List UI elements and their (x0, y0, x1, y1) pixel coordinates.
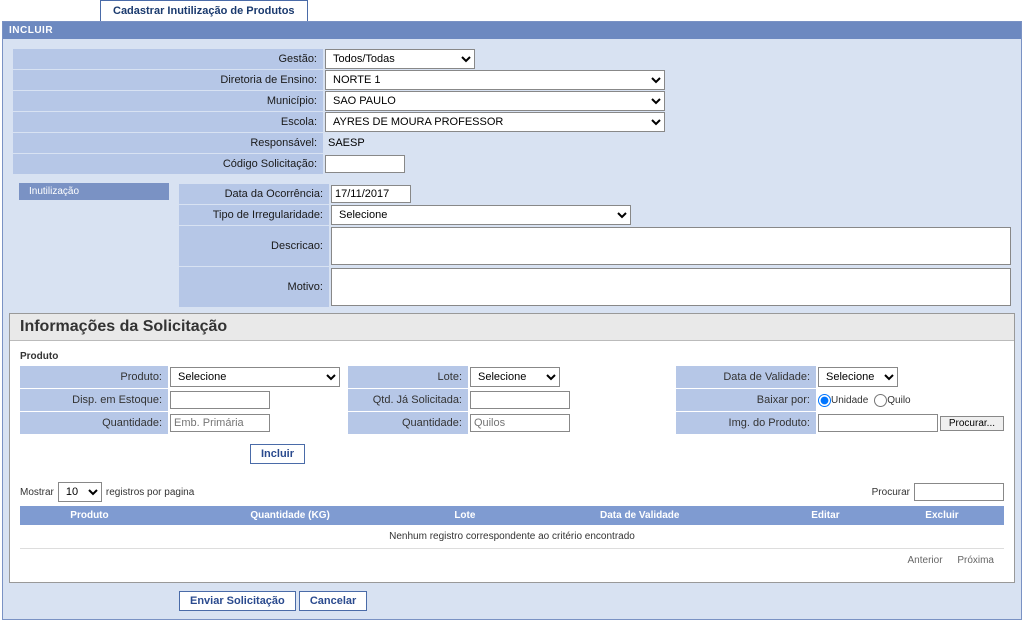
label-gestao: Gestão: (13, 49, 323, 69)
textarea-descricao[interactable] (331, 227, 1011, 265)
products-grid: Produto Quantidade (KG) Lote Data de Val… (20, 506, 1004, 549)
nav-proxima[interactable]: Próxima (957, 555, 994, 566)
info-panel: Informações da Solicitação Produto Produ… (9, 313, 1015, 583)
label-quantidade-emb: Quantidade: (20, 412, 168, 434)
input-quantidade-emb[interactable] (170, 414, 270, 432)
label-tipo-irregularidade: Tipo de Irregularidade: (179, 205, 329, 225)
input-qtd-solicitada[interactable] (470, 391, 570, 409)
input-data-ocorrencia[interactable] (331, 185, 411, 203)
select-validade[interactable]: Selecione (818, 367, 898, 387)
col-produto[interactable]: Produto (20, 506, 159, 525)
select-tipo-irregularidade[interactable]: Selecione (331, 205, 631, 225)
main-panel: INCLUIR Gestão: Todos/Todas Diretoria de… (2, 21, 1022, 620)
pagination-nav: Anterior Próxima (20, 549, 1004, 572)
label-validade: Data de Validade: (676, 366, 816, 388)
cancelar-button[interactable]: Cancelar (299, 591, 367, 611)
label-diretoria: Diretoria de Ensino: (13, 70, 323, 90)
label-responsavel: Responsável: (13, 133, 323, 153)
label-qtd-solicitada: Qtd. Já Solicitada: (348, 389, 468, 411)
enviar-solicitacao-button[interactable]: Enviar Solicitação (179, 591, 296, 611)
col-excluir[interactable]: Excluir (880, 506, 1004, 525)
info-title: Informações da Solicitação (10, 314, 1014, 341)
input-quantidade-kg[interactable] (470, 414, 570, 432)
select-produto[interactable]: Selecione (170, 367, 340, 387)
search-input[interactable] (914, 483, 1004, 501)
label-disp-estoque: Disp. em Estoque: (20, 389, 168, 411)
nav-anterior[interactable]: Anterior (908, 555, 943, 566)
input-responsavel (325, 134, 661, 152)
subtab-inutilizacao[interactable]: Inutilização (19, 183, 169, 200)
col-quantidade[interactable]: Quantidade (KG) (159, 506, 421, 525)
select-per-page[interactable]: 10 (58, 482, 102, 502)
label-codigo: Código Solicitação: (13, 154, 323, 174)
label-municipio: Município: (13, 91, 323, 111)
select-lote[interactable]: Selecione (470, 367, 560, 387)
label-produto: Produto: (20, 366, 168, 388)
panel-header: INCLUIR (3, 22, 1021, 39)
label-data-ocorrencia: Data da Ocorrência: (179, 184, 329, 204)
top-form: Gestão: Todos/Todas Diretoria de Ensino:… (3, 39, 1021, 179)
col-editar[interactable]: Editar (771, 506, 880, 525)
textarea-motivo[interactable] (331, 268, 1011, 306)
select-escola[interactable]: AYRES DE MOURA PROFESSOR (325, 112, 665, 132)
label-lote: Lote: (348, 366, 468, 388)
grid-empty-row: Nenhum registro correspondente ao critér… (20, 525, 1004, 549)
label-baixar-por: Baixar por: (676, 389, 816, 411)
sub-form: Data da Ocorrência: Tipo de Irregularida… (179, 184, 1011, 307)
action-buttons: Enviar Solicitação Cancelar (179, 591, 1021, 611)
radio-unidade-label: Unidade (831, 395, 868, 406)
select-diretoria[interactable]: NORTE 1 (325, 70, 665, 90)
select-gestao[interactable]: Todos/Todas (325, 49, 475, 69)
select-municipio[interactable]: SAO PAULO (325, 91, 665, 111)
label-motivo: Motivo: (179, 267, 329, 307)
search-label: Procurar (872, 487, 910, 498)
radio-quilo-label: Quilo (887, 395, 910, 406)
file-path-box (818, 414, 938, 432)
label-quantidade-kg: Quantidade: (348, 412, 468, 434)
col-validade[interactable]: Data de Validade (509, 506, 771, 525)
radio-unidade[interactable] (818, 394, 831, 407)
incluir-button[interactable]: Incluir (250, 444, 305, 464)
radio-quilo[interactable] (874, 394, 887, 407)
page-tab[interactable]: Cadastrar Inutilização de Produtos (100, 0, 308, 21)
label-escola: Escola: (13, 112, 323, 132)
pager-mostrar-label: Mostrar (20, 487, 54, 498)
fieldset-produto: Produto (20, 351, 1004, 362)
label-img-produto: Img. do Produto: (676, 412, 816, 434)
col-lote[interactable]: Lote (421, 506, 508, 525)
pager-registros-label: registros por pagina (106, 487, 194, 498)
input-codigo[interactable] (325, 155, 405, 173)
label-descricao: Descricao: (179, 226, 329, 266)
procurar-button[interactable]: Procurar... (940, 416, 1004, 431)
input-disp-estoque[interactable] (170, 391, 270, 409)
